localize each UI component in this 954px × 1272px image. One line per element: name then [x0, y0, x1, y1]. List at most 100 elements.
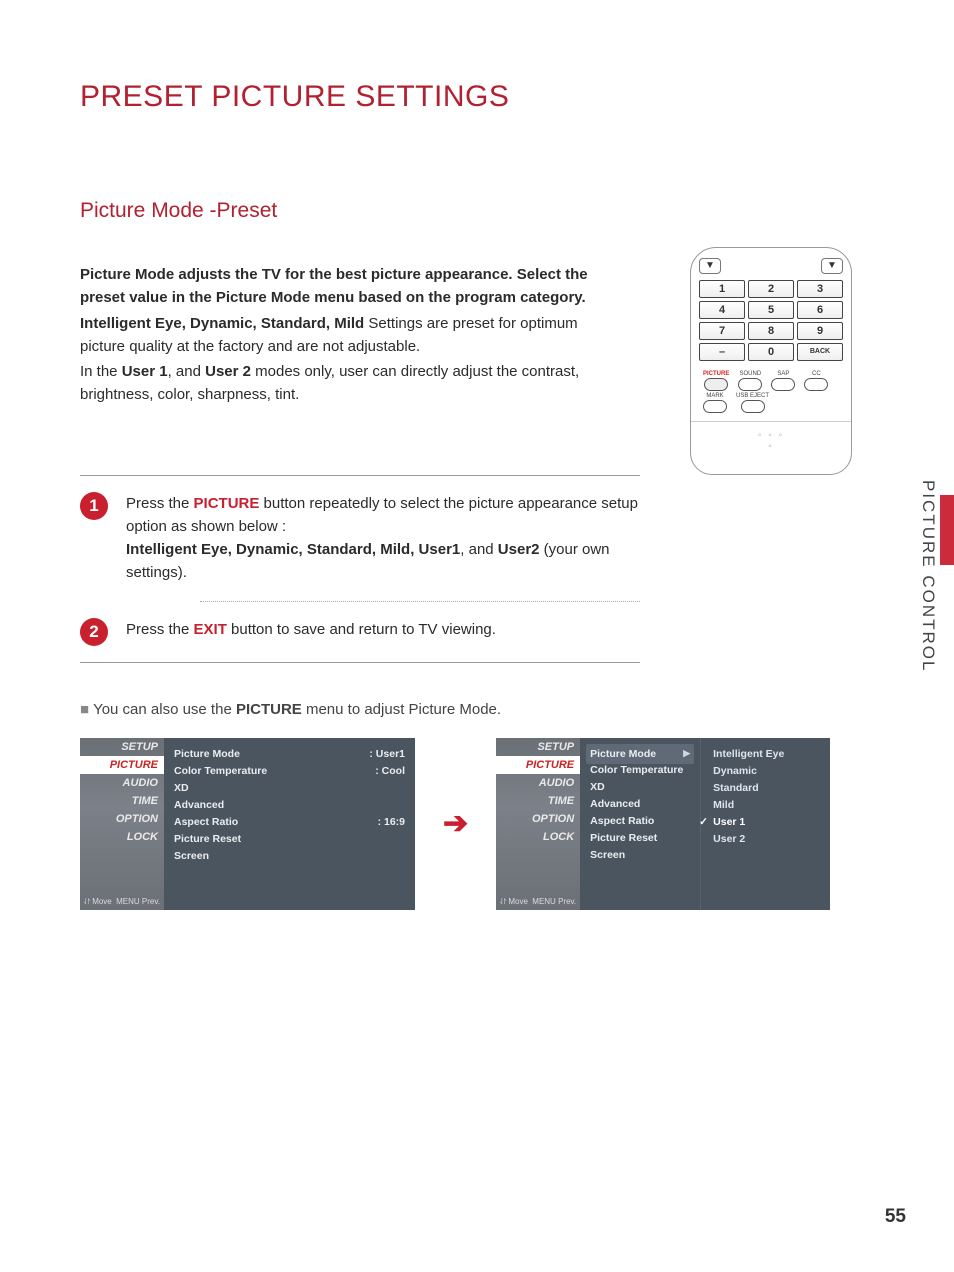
note-line: ■You can also use the PICTURE menu to ad… — [80, 701, 894, 718]
intro-p1: Picture Mode adjusts the TV for the best… — [80, 263, 600, 310]
osd-row-color-temperature: Color Temperature: Cool — [174, 763, 405, 780]
intro-p3d: User 2 — [205, 363, 251, 380]
section-side-label: PICTURE CONTROL — [918, 480, 938, 672]
osd-footer: ⥯ Move MENU Prev. — [496, 894, 580, 910]
osd-row-advanced: Advanced — [174, 797, 405, 814]
bullet-icon: ■ — [80, 701, 89, 718]
divider — [691, 421, 851, 422]
osd-option-intelligent-eye: Intelligent Eye — [711, 746, 820, 763]
osd-move-hint: ⥯ Move — [84, 897, 112, 907]
osd-option-mild: Mild — [711, 797, 820, 814]
remote-sap-button: SAP — [771, 371, 795, 391]
remote-top-row: ▼ ▼ — [699, 258, 843, 274]
page-title: PRESET PICTURE SETTINGS — [80, 80, 894, 114]
remote-key-0: 0 — [748, 343, 794, 361]
t: User2 — [498, 541, 540, 558]
remote-key-9: 9 — [797, 322, 843, 340]
remote-key-6: 6 — [797, 301, 843, 319]
arrow-right-icon: ➔ — [443, 806, 468, 841]
t: button to save and return to TV viewing. — [227, 621, 496, 638]
remote-ch-down-icon: ▼ — [821, 258, 843, 274]
osd-move-hint: ⥯ Move — [500, 897, 528, 907]
divider — [80, 662, 640, 663]
remote-key-5: 5 — [748, 301, 794, 319]
osd-tab-audio: AUDIO — [496, 774, 580, 792]
osd-menu-list: SETUPPICTUREAUDIOTIMEOPTIONLOCK — [80, 738, 164, 846]
remote-vol-down-icon: ▼ — [699, 258, 721, 274]
osd-footer: ⥯ Move MENU Prev. — [80, 894, 164, 910]
intro-p3b: User 1 — [122, 363, 168, 380]
osd-row-picture-mode: Picture Mode▶ — [586, 744, 694, 764]
osd-tab-time: TIME — [80, 792, 164, 810]
step-2-body: Press the EXIT button to save and return… — [126, 618, 496, 641]
exit-keyword: EXIT — [194, 621, 227, 638]
osd-prev-hint: MENU Prev. — [116, 897, 160, 907]
osd-options-list: Intelligent EyeDynamicStandardMildUser 1… — [700, 738, 830, 910]
osd-tab-picture: PICTURE — [80, 756, 164, 774]
osd-row-aspect-ratio: Aspect Ratio: 16:9 — [174, 814, 405, 831]
osd-menu-tabs: SETUPPICTUREAUDIOTIMEOPTIONLOCK ⥯ Move M… — [496, 738, 580, 910]
remote-key-1: 1 — [699, 280, 745, 298]
remote-key-7: 7 — [699, 322, 745, 340]
osd-row-xd: XD — [174, 780, 405, 797]
osd-row-picture-reset: Picture Reset — [174, 831, 405, 848]
step-number-2: 2 — [80, 618, 108, 646]
step-1-body: Press the PICTURE button repeatedly to s… — [126, 492, 640, 585]
osd-tab-setup: SETUP — [496, 738, 580, 756]
step-number-1: 1 — [80, 492, 108, 520]
osd-settings-list: Picture Mode▶Color TemperatureXDAdvanced… — [580, 738, 700, 910]
remote-color-row-1: PICTURE SOUND SAP CC — [699, 371, 843, 391]
remote-usb-eject-button: USB EJECT — [736, 393, 769, 413]
remote-dpad-icon: ◦ ◦ ◦◦ — [699, 430, 843, 452]
osd-tab-lock: LOCK — [496, 828, 580, 846]
remote-key-2: 2 — [748, 280, 794, 298]
remote-cc-button: CC — [804, 371, 828, 391]
intro-text: Picture Mode adjusts the TV for the best… — [80, 263, 600, 407]
osd-option-dynamic: Dynamic — [711, 763, 820, 780]
osd-option-user-2: User 2 — [711, 831, 820, 848]
osd-settings-list: Picture Mode: User1Color Temperature: Co… — [164, 738, 415, 910]
picture-keyword: PICTURE — [236, 701, 302, 718]
intro-p2: Intelligent Eye, Dynamic, Standard, Mild… — [80, 312, 600, 359]
steps-block: 1 Press the PICTURE button repeatedly to… — [80, 475, 640, 663]
remote-picture-button: PICTURE — [703, 371, 729, 391]
osd-row-picture-reset: Picture Reset — [590, 830, 690, 847]
section-title: Picture Mode -Preset — [80, 199, 894, 223]
remote-key-8: 8 — [748, 322, 794, 340]
osd-row-xd: XD — [590, 779, 690, 796]
remote-sound-button: SOUND — [738, 371, 762, 391]
osd-before: SETUPPICTUREAUDIOTIMEOPTIONLOCK ⥯ Move M… — [80, 738, 415, 910]
osd-tab-option: OPTION — [80, 810, 164, 828]
osd-tab-option: OPTION — [496, 810, 580, 828]
remote-key-back: BACK — [797, 343, 843, 361]
osd-option-user-1: User 1 — [711, 814, 820, 831]
t: Press the — [126, 621, 194, 638]
step-1-modes: Intelligent Eye, Dynamic, Standard, Mild… — [126, 541, 460, 558]
picture-keyword: PICTURE — [194, 495, 260, 512]
osd-row-aspect-ratio: Aspect Ratio — [590, 813, 690, 830]
osd-tab-picture: PICTURE — [496, 756, 580, 774]
osd-row-screen: Screen — [590, 847, 690, 864]
manual-page: PRESET PICTURE SETTINGS Picture Mode -Pr… — [0, 0, 954, 1272]
osd-menu-list: SETUPPICTUREAUDIOTIMEOPTIONLOCK — [496, 738, 580, 846]
osd-prev-hint: MENU Prev. — [532, 897, 576, 907]
remote-key-4: 4 — [699, 301, 745, 319]
t: menu to adjust Picture Mode. — [302, 701, 501, 718]
osd-row-advanced: Advanced — [590, 796, 690, 813]
remote-color-row-2: MARKUSB EJECT — [699, 393, 843, 413]
page-number: 55 — [885, 1206, 906, 1228]
osd-row-picture-mode: Picture Mode: User1 — [174, 746, 405, 763]
osd-screenshots-row: SETUPPICTUREAUDIOTIMEOPTIONLOCK ⥯ Move M… — [80, 738, 894, 910]
remote-key-–: – — [699, 343, 745, 361]
osd-option-standard: Standard — [711, 780, 820, 797]
osd-tab-setup: SETUP — [80, 738, 164, 756]
t: Press the — [126, 495, 194, 512]
osd-tab-time: TIME — [496, 792, 580, 810]
step-2: 2 Press the EXIT button to save and retu… — [80, 602, 640, 662]
osd-menu-tabs: SETUPPICTUREAUDIOTIMEOPTIONLOCK ⥯ Move M… — [80, 738, 164, 910]
osd-after: SETUPPICTUREAUDIOTIMEOPTIONLOCK ⥯ Move M… — [496, 738, 846, 910]
intro-p3: In the User 1, and User 2 modes only, us… — [80, 360, 600, 407]
section-thumb-tab — [940, 495, 954, 565]
osd-tab-lock: LOCK — [80, 828, 164, 846]
remote-illustration: ▼ ▼ 123456789–0BACK PICTURESOUNDSAPCC MA… — [690, 247, 852, 475]
